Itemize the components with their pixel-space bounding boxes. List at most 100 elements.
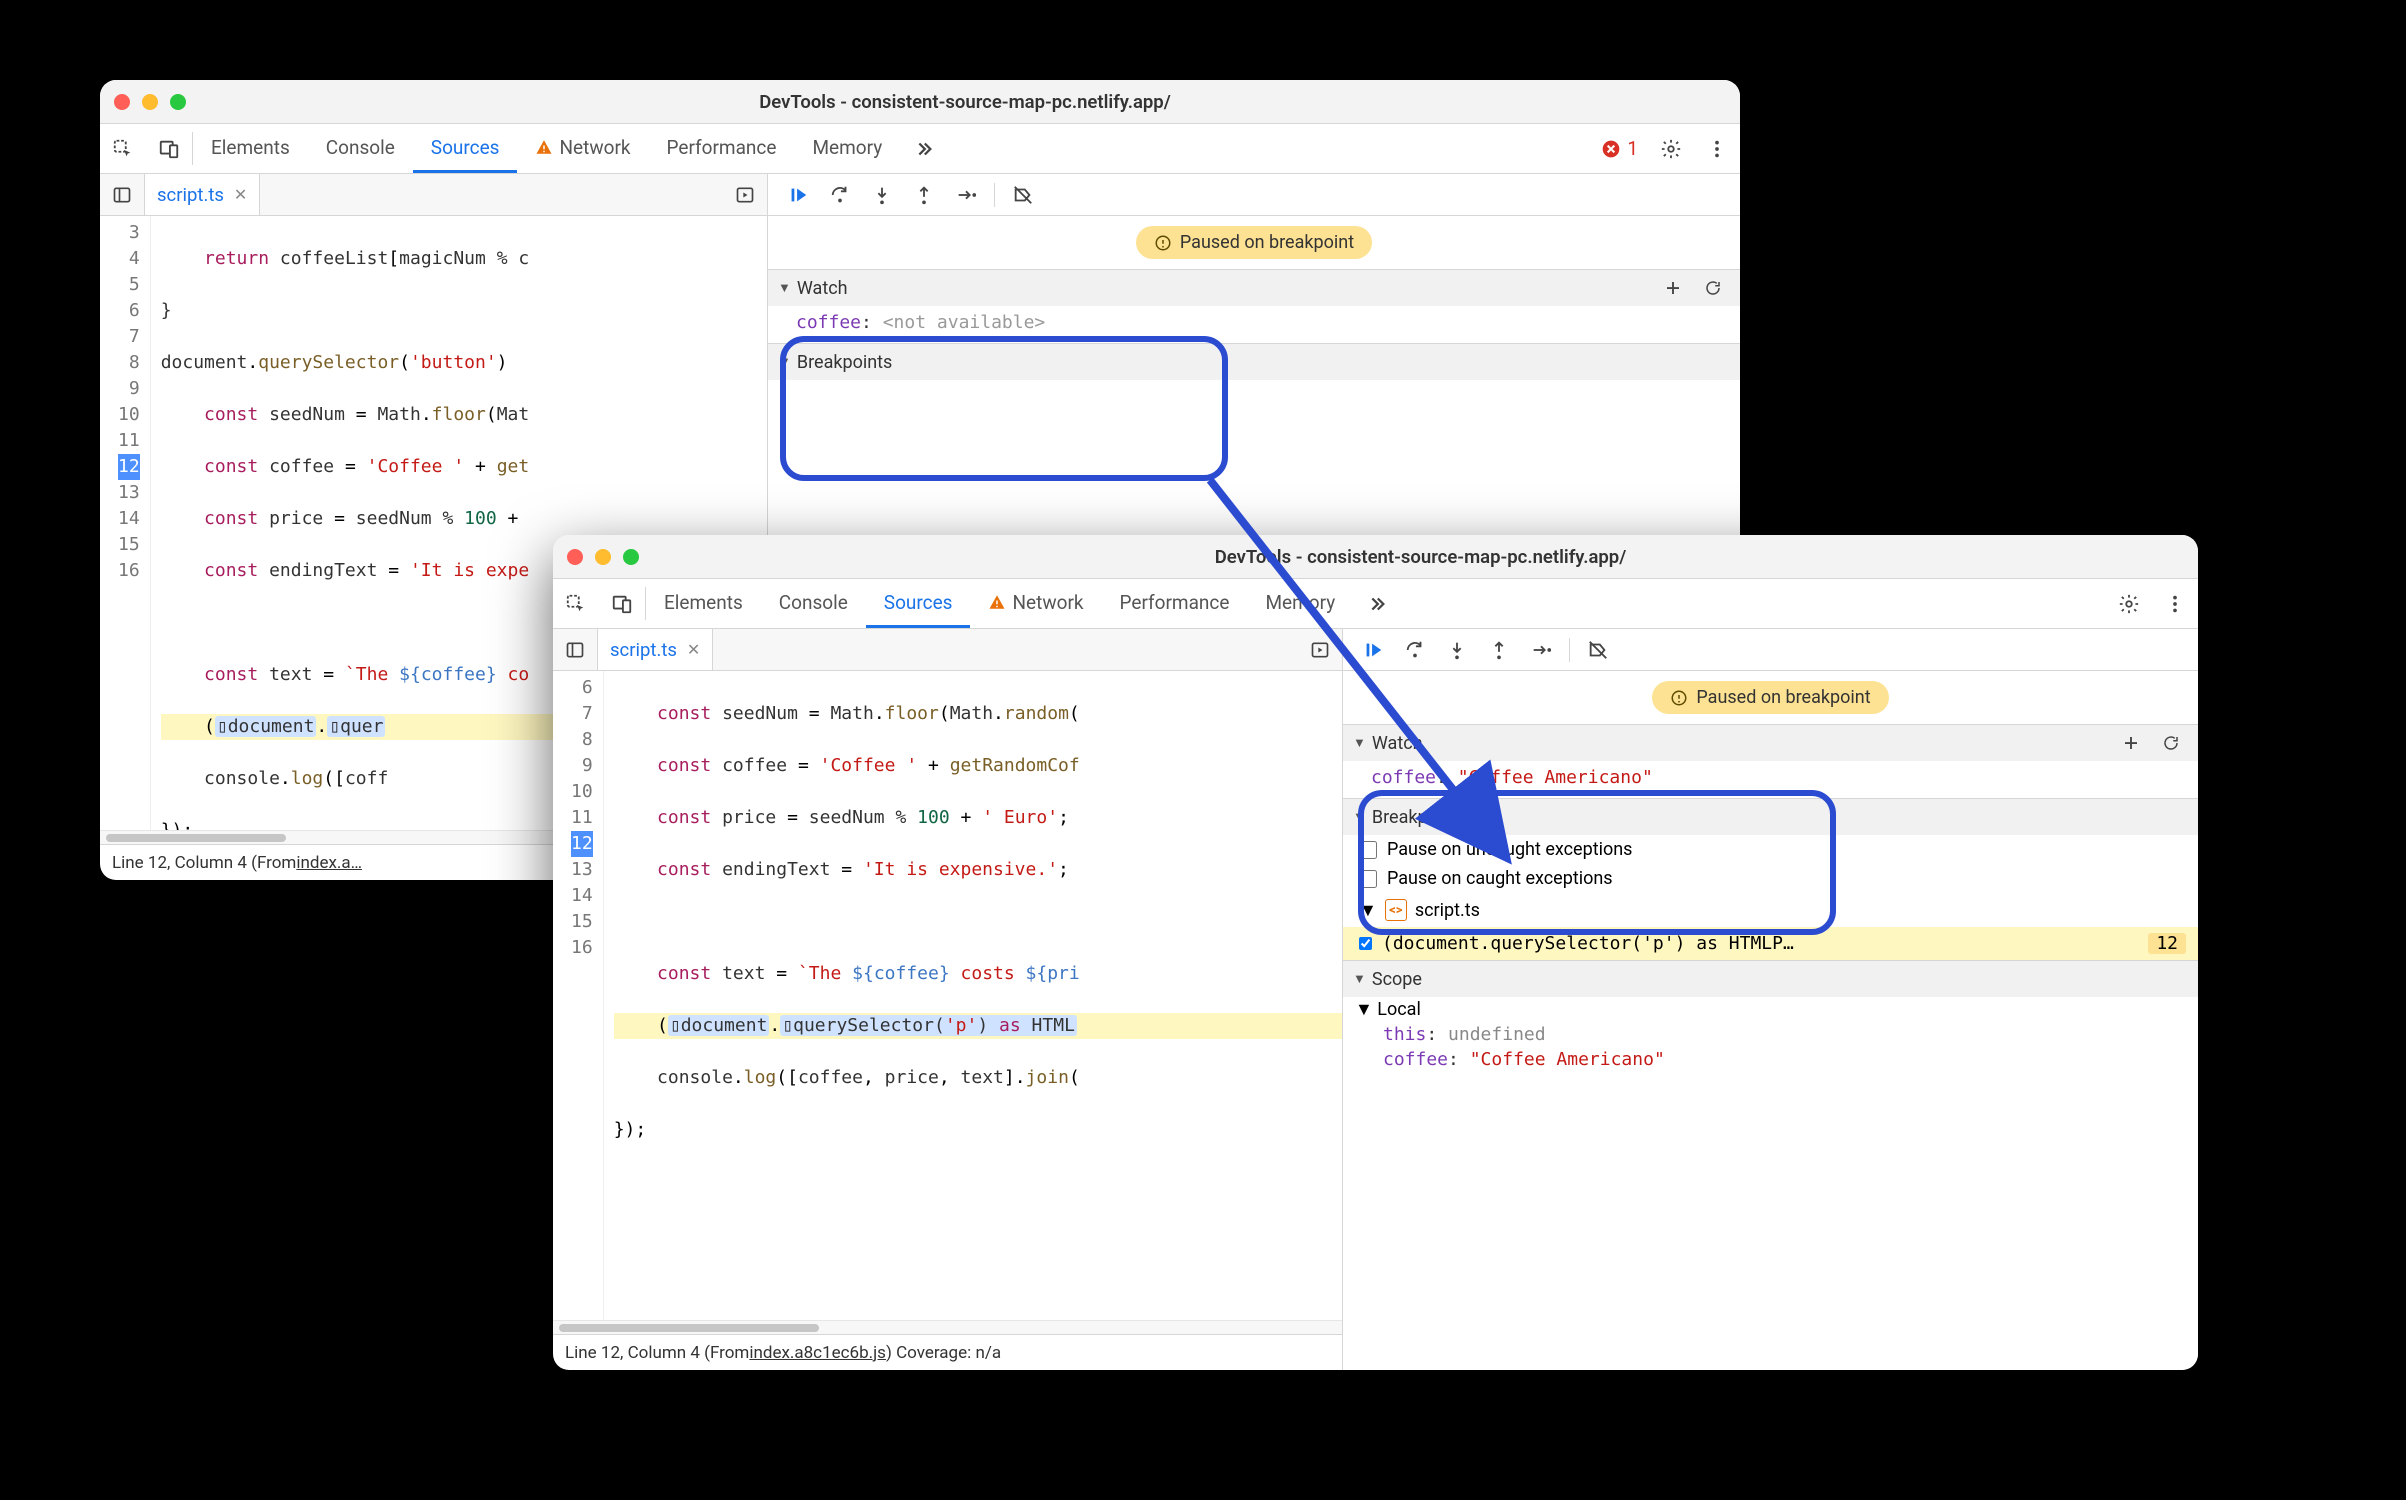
tab-elements[interactable]: Elements bbox=[193, 124, 308, 173]
deactivate-breakpoints-icon[interactable] bbox=[1578, 633, 1618, 667]
file-tab[interactable]: script.ts ✕ bbox=[597, 629, 713, 670]
tab-performance[interactable]: Performance bbox=[649, 124, 795, 173]
disclosure-icon[interactable]: ▼ bbox=[778, 354, 791, 370]
sourcemap-link[interactable]: index.a8c1ec6b.js bbox=[749, 1343, 886, 1363]
inspect-element-icon[interactable] bbox=[100, 124, 146, 173]
tab-sources[interactable]: Sources bbox=[413, 124, 518, 173]
resume-icon[interactable] bbox=[778, 178, 818, 212]
breakpoint-file-name: script.ts bbox=[1415, 900, 1480, 921]
window-title: DevTools - consistent-source-map-pc.netl… bbox=[204, 91, 1726, 113]
devtools-tabstrip: Elements Console Sources Network Perform… bbox=[100, 124, 1740, 174]
tab-sources[interactable]: Sources bbox=[866, 579, 971, 628]
horizontal-scrollbar[interactable] bbox=[553, 1320, 1342, 1334]
step-icon[interactable] bbox=[946, 178, 986, 212]
refresh-watch-icon[interactable] bbox=[2154, 729, 2188, 757]
disclosure-icon[interactable]: ▼ bbox=[1359, 900, 1377, 921]
step-icon[interactable] bbox=[1521, 633, 1561, 667]
close-window-button[interactable] bbox=[114, 94, 130, 110]
pause-uncaught-checkbox[interactable]: Pause on uncaught exceptions bbox=[1343, 835, 2198, 864]
watch-section: ▼ Watch coffee: <not available> bbox=[768, 269, 1740, 343]
add-watch-icon[interactable] bbox=[2114, 729, 2148, 757]
debugger-toolbar bbox=[1343, 629, 2198, 671]
deactivate-breakpoints-icon[interactable] bbox=[1003, 178, 1043, 212]
minimize-window-button[interactable] bbox=[595, 549, 611, 565]
disclosure-icon[interactable]: ▼ bbox=[1353, 809, 1366, 825]
close-window-button[interactable] bbox=[567, 549, 583, 565]
step-out-icon[interactable] bbox=[904, 178, 944, 212]
pause-caught-label: Pause on caught exceptions bbox=[1387, 868, 1613, 889]
disclosure-icon[interactable]: ▼ bbox=[1353, 735, 1366, 751]
checkbox[interactable] bbox=[1359, 870, 1377, 888]
inspect-element-icon[interactable] bbox=[553, 579, 599, 628]
refresh-watch-icon[interactable] bbox=[1696, 274, 1730, 302]
step-into-icon[interactable] bbox=[1437, 633, 1477, 667]
disclosure-icon[interactable]: ▼ bbox=[778, 280, 791, 296]
cursor-position: Line 12, Column 4 (From bbox=[112, 853, 296, 873]
paused-banner: Paused on breakpoint bbox=[1343, 671, 2198, 724]
tab-memory[interactable]: Memory bbox=[794, 124, 900, 173]
kebab-menu-icon[interactable] bbox=[2152, 579, 2198, 628]
code-content: const seedNum = Math.floor(Math.random( … bbox=[604, 671, 1342, 1320]
watch-expression[interactable]: coffee: <not available> bbox=[768, 306, 1740, 343]
tab-console[interactable]: Console bbox=[308, 124, 413, 173]
more-tabs-icon[interactable] bbox=[1353, 579, 1399, 628]
run-snippet-icon[interactable] bbox=[1298, 640, 1342, 660]
step-over-icon[interactable] bbox=[1395, 633, 1435, 667]
tab-memory[interactable]: Memory bbox=[1247, 579, 1353, 628]
breakpoint-item[interactable]: (document.querySelector('p') as HTMLP… 1… bbox=[1343, 927, 2198, 960]
step-over-icon[interactable] bbox=[820, 178, 860, 212]
cursor-position: Line 12, Column 4 (From bbox=[565, 1343, 749, 1363]
line-gutter: 3 4 5 6 7 8 9 10 11 12 13 14 15 16 bbox=[100, 216, 151, 830]
resume-icon[interactable] bbox=[1353, 633, 1393, 667]
pause-caught-checkbox[interactable]: Pause on caught exceptions bbox=[1343, 864, 2198, 893]
file-tab[interactable]: script.ts ✕ bbox=[144, 174, 260, 215]
disclosure-icon[interactable]: ▼ bbox=[1355, 999, 1373, 1020]
close-file-tab-icon[interactable]: ✕ bbox=[687, 640, 700, 659]
watch-value: <not available> bbox=[883, 312, 1046, 333]
tab-performance[interactable]: Performance bbox=[1102, 579, 1248, 628]
navigator-toggle-icon[interactable] bbox=[100, 185, 144, 205]
kebab-menu-icon[interactable] bbox=[1694, 124, 1740, 173]
scope-label: Scope bbox=[1372, 969, 1422, 990]
zoom-window-button[interactable] bbox=[623, 549, 639, 565]
file-tab-bar: script.ts ✕ bbox=[553, 629, 1342, 671]
pause-uncaught-label: Pause on uncaught exceptions bbox=[1387, 839, 1632, 860]
tab-console[interactable]: Console bbox=[761, 579, 866, 628]
navigator-toggle-icon[interactable] bbox=[553, 640, 597, 660]
breakpoint-file[interactable]: ▼ <> script.ts bbox=[1343, 893, 2198, 927]
run-snippet-icon[interactable] bbox=[723, 185, 767, 205]
settings-gear-icon[interactable] bbox=[2106, 579, 2152, 628]
watch-label: Watch bbox=[797, 278, 848, 299]
breakpoint-text: (document.querySelector('p') as HTMLP… bbox=[1382, 933, 1794, 954]
file-tab-label: script.ts bbox=[610, 639, 677, 661]
more-tabs-icon[interactable] bbox=[900, 124, 946, 173]
tab-network[interactable]: Network bbox=[970, 579, 1101, 628]
step-into-icon[interactable] bbox=[862, 178, 902, 212]
device-toolbar-icon[interactable] bbox=[599, 579, 645, 628]
zoom-window-button[interactable] bbox=[170, 94, 186, 110]
sourcemap-link[interactable]: index.a… bbox=[296, 853, 362, 873]
breakpoints-label: Breakpoints bbox=[797, 352, 892, 373]
scope-this: this: undefined bbox=[1371, 1022, 2198, 1047]
breakpoints-section: ▼ Breakpoints Pause on uncaught exceptio… bbox=[1343, 798, 2198, 960]
watch-section: ▼ Watch coffee: "Coffee Americano" bbox=[1343, 724, 2198, 798]
scope-local[interactable]: ▼ Local bbox=[1343, 997, 2198, 1022]
error-count-badge[interactable]: 1 bbox=[1601, 124, 1638, 173]
scope-coffee: coffee: "Coffee Americano" bbox=[1371, 1047, 2198, 1072]
settings-gear-icon[interactable] bbox=[1648, 124, 1694, 173]
watch-label: Watch bbox=[1372, 733, 1423, 754]
disclosure-icon[interactable]: ▼ bbox=[1353, 971, 1366, 987]
watch-expression[interactable]: coffee: "Coffee Americano" bbox=[1343, 761, 2198, 798]
checkbox[interactable] bbox=[1359, 841, 1377, 859]
tab-elements[interactable]: Elements bbox=[646, 579, 761, 628]
minimize-window-button[interactable] bbox=[142, 94, 158, 110]
add-watch-icon[interactable] bbox=[1656, 274, 1690, 302]
step-out-icon[interactable] bbox=[1479, 633, 1519, 667]
paused-text: Paused on breakpoint bbox=[1696, 687, 1870, 708]
device-toolbar-icon[interactable] bbox=[146, 124, 192, 173]
tab-network[interactable]: Network bbox=[517, 124, 648, 173]
code-editor[interactable]: 6 7 8 9 10 11 12 13 14 15 16 const seedN… bbox=[553, 671, 1342, 1320]
breakpoint-checkbox[interactable] bbox=[1359, 937, 1372, 950]
warning-icon bbox=[535, 138, 553, 156]
close-file-tab-icon[interactable]: ✕ bbox=[234, 185, 247, 204]
